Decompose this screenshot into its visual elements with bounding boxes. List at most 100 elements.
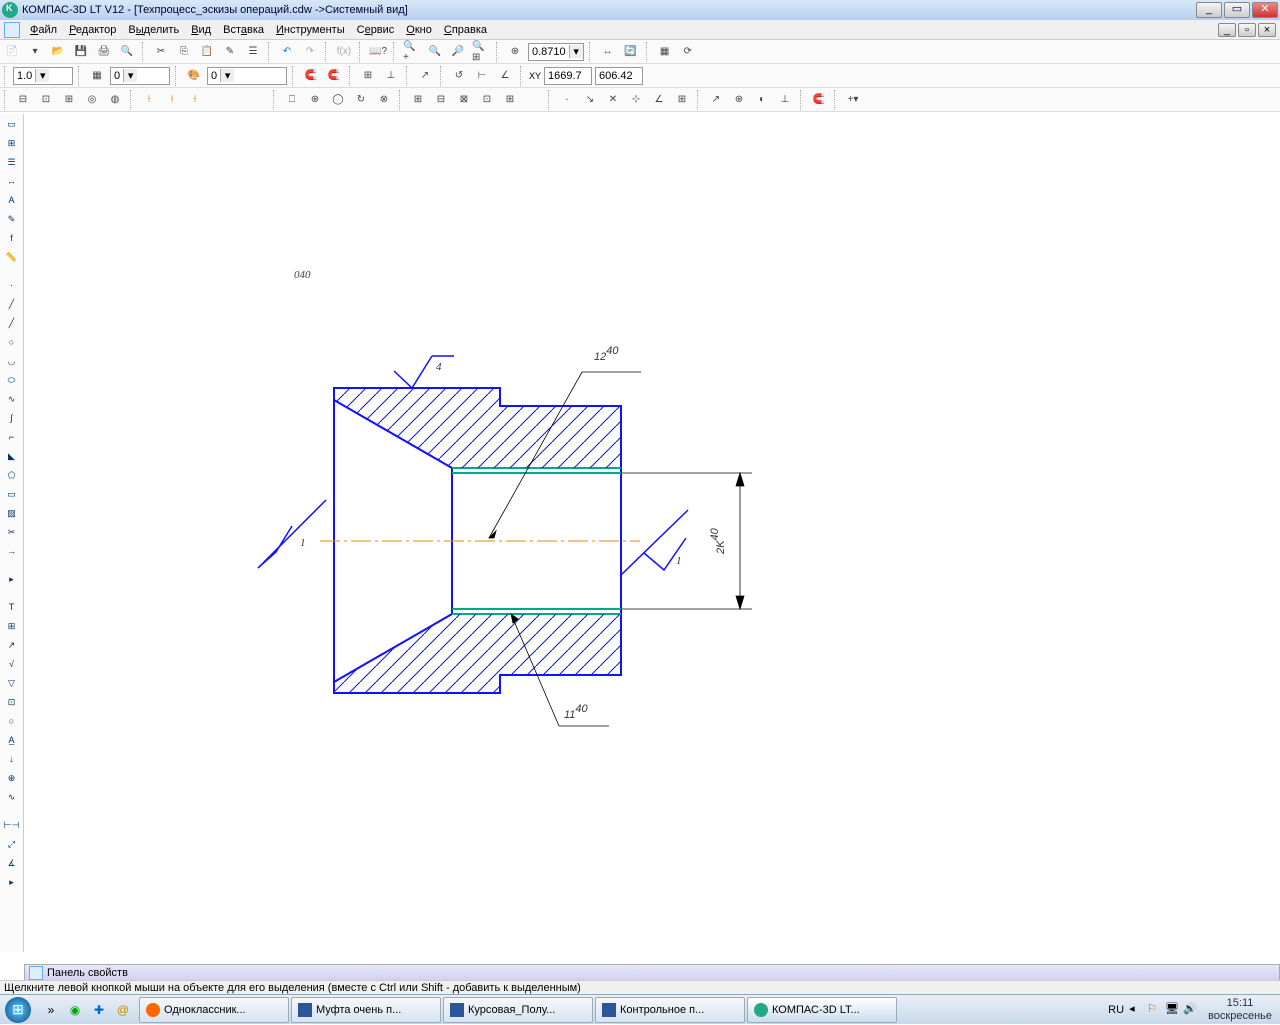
- new-dropdown[interactable]: ▾: [25, 42, 45, 62]
- menu-edit[interactable]: Редактор: [63, 22, 122, 38]
- menu-tools[interactable]: Инструменты: [270, 22, 351, 38]
- lt-expand2[interactable]: ▸: [2, 874, 22, 890]
- lt-arrow[interactable]: ↓: [2, 751, 22, 767]
- t3-b1[interactable]: ⊟: [13, 90, 33, 110]
- lt-base[interactable]: ▽: [2, 675, 22, 691]
- t3-c3[interactable]: ◯: [328, 90, 348, 110]
- taskbar-task-0[interactable]: Одноклассник...: [139, 997, 289, 1023]
- clock-area[interactable]: 15:11 воскресенье: [1200, 997, 1280, 1023]
- taskbar-task-3[interactable]: Контрольное п...: [595, 997, 745, 1023]
- lcs-button[interactable]: ↗: [415, 66, 435, 86]
- lt-wave[interactable]: ∿: [2, 789, 22, 805]
- lt-tol[interactable]: ⊡: [2, 694, 22, 710]
- snap-grid-button[interactable]: ⊞: [672, 90, 692, 110]
- lt-param[interactable]: f: [2, 230, 22, 246]
- lt-fillet[interactable]: ⌐: [2, 429, 22, 445]
- lt-point[interactable]: ·: [2, 277, 22, 293]
- t3-c9[interactable]: ⊡: [477, 90, 497, 110]
- style-icon[interactable]: 🎨: [184, 66, 204, 86]
- help-pointer-button[interactable]: 📖?: [368, 42, 388, 62]
- lt-rough[interactable]: √: [2, 656, 22, 672]
- lt-select[interactable]: ▭: [2, 116, 22, 132]
- sys-icon-flag[interactable]: ⚐: [1147, 1002, 1163, 1018]
- grid-button[interactable]: ⊞: [358, 66, 378, 86]
- redo-button[interactable]: ↷: [300, 42, 320, 62]
- preview-button[interactable]: 🔍: [117, 42, 137, 62]
- properties-button[interactable]: ☰: [243, 42, 263, 62]
- snap-cross-button[interactable]: ⊹: [626, 90, 646, 110]
- t3-b3[interactable]: ⊞: [59, 90, 79, 110]
- lt-expand[interactable]: ▸: [2, 571, 22, 587]
- lt-arc[interactable]: ◡: [2, 353, 22, 369]
- round-button[interactable]: ↺: [449, 66, 469, 86]
- menu-window[interactable]: Окно: [400, 22, 438, 38]
- menu-insert[interactable]: Вставка: [217, 22, 270, 38]
- menu-help[interactable]: Справка: [438, 22, 493, 38]
- lt-rect[interactable]: ▭: [2, 486, 22, 502]
- lt-table[interactable]: ⊞: [2, 618, 22, 634]
- lt-line[interactable]: ╱: [2, 296, 22, 312]
- sys-icon-sound[interactable]: ◂: [1129, 1002, 1145, 1018]
- angle-button[interactable]: ∠: [495, 66, 515, 86]
- zoom-out-button[interactable]: 🔎: [448, 42, 468, 62]
- menu-file[interactable]: Файл: [24, 22, 63, 38]
- snap-tan-button[interactable]: ◐: [752, 90, 772, 110]
- lt-leader[interactable]: ↗: [2, 637, 22, 653]
- print-button[interactable]: 🖨: [94, 42, 114, 62]
- snap-toggle-button[interactable]: 🧲: [301, 66, 321, 86]
- tray-icon-2[interactable]: ◉: [64, 999, 86, 1021]
- undo-button[interactable]: ↶: [277, 42, 297, 62]
- t3-c10[interactable]: ⊞: [500, 90, 520, 110]
- lt-edit[interactable]: ✎: [2, 211, 22, 227]
- snap-off-button[interactable]: 🧲: [809, 90, 829, 110]
- lt-props[interactable]: ☰: [2, 154, 22, 170]
- snap2-button[interactable]: 🧲: [324, 66, 344, 86]
- layer-icon[interactable]: ▦: [87, 66, 107, 86]
- taskbar-task-2[interactable]: Курсовая_Полу...: [443, 997, 593, 1023]
- lt-aux[interactable]: ╱: [2, 315, 22, 331]
- taskbar-task-1[interactable]: Муфта очень п...: [291, 997, 441, 1023]
- taskbar-task-4[interactable]: КОМПАС-3D LT...: [747, 997, 897, 1023]
- paste-button[interactable]: 📋: [197, 42, 217, 62]
- lt-ellipse[interactable]: ⬭: [2, 372, 22, 388]
- pan-button[interactable]: ↔: [598, 42, 618, 62]
- tray-icon-1[interactable]: »: [40, 999, 62, 1021]
- snap-ang-button[interactable]: ∠: [649, 90, 669, 110]
- t3-c8[interactable]: ⊠: [454, 90, 474, 110]
- t3-c5[interactable]: ⊗: [374, 90, 394, 110]
- t3-b2[interactable]: ⊡: [36, 90, 56, 110]
- coord-x-input[interactable]: [544, 67, 592, 85]
- open-button[interactable]: 📂: [48, 42, 68, 62]
- menu-select[interactable]: Выделить: [122, 22, 185, 38]
- lt-text[interactable]: A: [2, 192, 22, 208]
- style-button[interactable]: ✎: [220, 42, 240, 62]
- t3-c6[interactable]: ⊞: [408, 90, 428, 110]
- t3-b8[interactable]: ⍿: [185, 90, 205, 110]
- start-button[interactable]: ⊞: [0, 995, 36, 1025]
- sys-icon-vol[interactable]: 🔊: [1183, 1002, 1199, 1018]
- refresh-button[interactable]: ⟳: [678, 42, 698, 62]
- t3-c2[interactable]: ⊕: [305, 90, 325, 110]
- linetype-combo[interactable]: 0▾: [207, 67, 287, 85]
- ortho-button[interactable]: ⊥: [381, 66, 401, 86]
- lt-dima[interactable]: ∡: [2, 855, 22, 871]
- mdi-minimize[interactable]: _: [1218, 23, 1236, 37]
- lt-circle[interactable]: ○: [2, 334, 22, 350]
- zoom-in-button[interactable]: 🔍: [425, 42, 445, 62]
- rotate-button[interactable]: 🔄: [621, 42, 641, 62]
- drawing-canvas[interactable]: 040 4 1 1 12: [24, 114, 1280, 952]
- lt-hatch[interactable]: ▨: [2, 505, 22, 521]
- lt-extend[interactable]: →: [2, 543, 22, 559]
- lt-grid[interactable]: ⊞: [2, 135, 22, 151]
- tray-icon-4[interactable]: @: [112, 999, 134, 1021]
- perp-button[interactable]: ⊢: [472, 66, 492, 86]
- snap-more-button[interactable]: +▾: [843, 90, 863, 110]
- t3-b7[interactable]: ⍿: [162, 90, 182, 110]
- zoom-fit-button[interactable]: ⊕: [505, 42, 525, 62]
- t3-c1[interactable]: ⎕: [282, 90, 302, 110]
- lt-dim[interactable]: ↔: [2, 173, 22, 189]
- snap-mid-button[interactable]: ✕: [603, 90, 623, 110]
- lt-label[interactable]: A̲: [2, 732, 22, 748]
- snap-perp2-button[interactable]: ⊥: [775, 90, 795, 110]
- save-button[interactable]: 💾: [71, 42, 91, 62]
